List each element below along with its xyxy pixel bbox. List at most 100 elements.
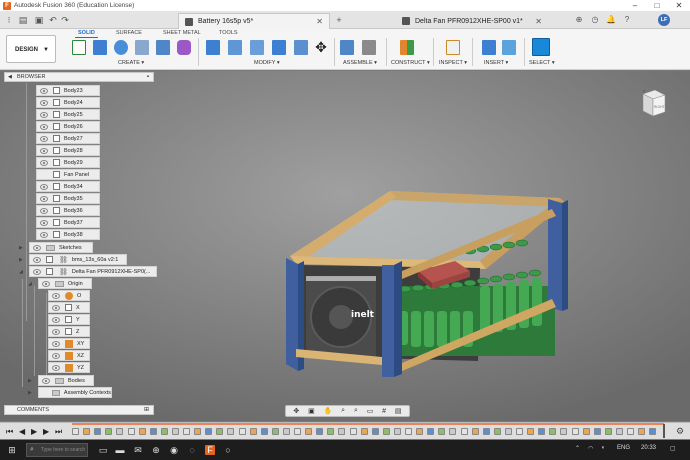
timeline-feature[interactable] [405, 428, 412, 435]
tab-surface[interactable]: SURFACE [116, 30, 142, 36]
timeline-feature[interactable] [171, 428, 179, 435]
add-icon[interactable]: ⊕ [574, 15, 584, 25]
timeline-feature[interactable] [83, 428, 91, 435]
cortana-icon[interactable]: ○ [223, 445, 233, 455]
timeline-feature[interactable] [116, 428, 124, 435]
timeline-feature[interactable] [504, 428, 512, 435]
timeline-feature[interactable] [94, 428, 102, 435]
eye-icon[interactable] [40, 111, 48, 118]
timeline-feature[interactable] [649, 428, 657, 435]
eye-icon[interactable] [40, 231, 48, 238]
pin-icon[interactable]: ⊞ [144, 406, 149, 415]
timeline-feature[interactable] [183, 428, 190, 435]
expand-arrow-icon[interactable]: ▶ [19, 245, 23, 251]
timeline-feature[interactable] [393, 428, 401, 435]
zoom-icon[interactable]: ⌕ [341, 407, 345, 415]
eye-icon[interactable] [40, 195, 48, 202]
timeline-feature[interactable] [416, 428, 424, 435]
volume-icon[interactable]: ◖ [601, 445, 605, 451]
save-icon[interactable]: ▣ [34, 15, 44, 25]
clock-icon[interactable]: ◷ [590, 15, 600, 25]
tree-item-body[interactable]: Body24 [36, 97, 100, 108]
timeline-feature[interactable] [260, 428, 268, 435]
timeline-feature[interactable] [294, 428, 301, 435]
timeline-feature[interactable] [627, 428, 634, 435]
eye-icon[interactable] [40, 135, 48, 142]
shell-icon[interactable] [272, 40, 286, 55]
tree-item-body[interactable]: Body23 [36, 85, 100, 96]
tab-tools[interactable]: TOOLS [219, 30, 238, 36]
offset-plane-icon[interactable] [400, 40, 414, 55]
close-tab-icon[interactable]: ✕ [535, 17, 542, 26]
timeline-feature[interactable] [138, 428, 146, 435]
eye-icon[interactable] [40, 99, 48, 106]
timeline-feature[interactable] [205, 428, 213, 435]
new-tab-icon[interactable]: + [334, 15, 344, 25]
insert-menu[interactable]: INSERT ▾ [484, 60, 508, 66]
timeline-feature[interactable] [582, 428, 590, 435]
eye-icon[interactable] [33, 244, 41, 251]
eye-icon[interactable] [40, 183, 48, 190]
close-tab-icon[interactable]: ✕ [316, 17, 323, 26]
help-icon[interactable]: ? [622, 15, 632, 25]
timeline-feature[interactable] [105, 428, 113, 435]
workspace-switcher[interactable]: DESIGN ▼ [6, 35, 56, 63]
collapse-arrow-icon[interactable]: ◢ [28, 281, 32, 287]
assemble-menu[interactable]: ASSEMBLE ▾ [343, 60, 377, 66]
play-icon[interactable]: ▶ [31, 427, 37, 436]
timeline-feature[interactable] [438, 428, 446, 435]
timeline-feature[interactable] [227, 428, 235, 435]
tree-item-origin-point[interactable]: O [48, 290, 90, 301]
eye-icon[interactable] [40, 147, 48, 154]
modify-menu[interactable]: MODIFY ▾ [254, 60, 280, 66]
input-language[interactable]: ENG [617, 445, 630, 451]
timeline-feature[interactable] [371, 428, 379, 435]
gear-icon[interactable]: ⚙ [676, 426, 684, 437]
user-avatar[interactable]: LF [658, 14, 670, 26]
maximize-icon[interactable]: □ [646, 0, 668, 11]
notifications-icon[interactable]: ▢ [670, 445, 676, 452]
timeline-feature[interactable] [560, 428, 568, 435]
eye-icon[interactable] [52, 292, 60, 299]
new-component-icon[interactable] [340, 40, 354, 55]
timeline-feature[interactable] [216, 428, 224, 435]
file-explorer-icon[interactable]: ▬ [115, 445, 125, 455]
timeline-feature[interactable] [615, 428, 623, 435]
hole-icon[interactable] [135, 40, 149, 55]
mail-icon[interactable]: ✉ [133, 445, 143, 455]
eye-icon[interactable] [52, 352, 60, 359]
tree-item-axis-z[interactable]: Z [48, 326, 90, 337]
inspect-menu[interactable]: INSPECT ▾ [439, 60, 467, 66]
timeline-track[interactable] [72, 426, 662, 437]
tree-item-body[interactable]: Body38 [36, 229, 100, 240]
grid-icon[interactable]: # [382, 408, 386, 415]
eye-icon[interactable] [52, 316, 60, 323]
timeline-feature[interactable] [349, 428, 357, 435]
timeline-feature[interactable] [194, 428, 202, 435]
timeline-feature[interactable] [449, 428, 457, 435]
fusion-taskbar-icon[interactable]: F [205, 445, 215, 455]
checkbox-icon[interactable] [46, 268, 53, 275]
press-pull-icon[interactable] [206, 40, 220, 55]
tree-item-body[interactable]: Body29 [36, 157, 100, 168]
display-settings-icon[interactable]: ▭ [367, 407, 374, 415]
expand-arrow-icon[interactable]: ▶ [28, 378, 32, 384]
fillet-icon[interactable] [228, 40, 242, 55]
redo-icon[interactable]: ↷ [60, 15, 70, 25]
insert-derive-icon[interactable] [482, 40, 496, 55]
tree-item-plane-xz[interactable]: XZ [48, 350, 90, 361]
eye-icon[interactable] [40, 159, 48, 166]
tree-item-plane-yz[interactable]: YZ [48, 362, 90, 373]
viewcube[interactable]: RIGHT [639, 86, 667, 120]
clock-time[interactable]: 20:33 [641, 445, 656, 451]
timeline-feature[interactable] [327, 428, 335, 435]
viewport-canvas[interactable]: inelt [0, 71, 690, 421]
timeline-feature[interactable] [638, 428, 646, 435]
timeline-feature[interactable] [160, 428, 168, 435]
tree-item-body[interactable]: Body25 [36, 109, 100, 120]
tree-item-body[interactable]: Body36 [36, 205, 100, 216]
eye-icon[interactable] [40, 207, 48, 214]
tree-item-assembly-contexts[interactable]: ▶ Assembly Contexts [28, 387, 112, 398]
eye-icon[interactable] [42, 280, 50, 287]
tree-item-origin[interactable]: ◢ Origin [28, 278, 92, 289]
